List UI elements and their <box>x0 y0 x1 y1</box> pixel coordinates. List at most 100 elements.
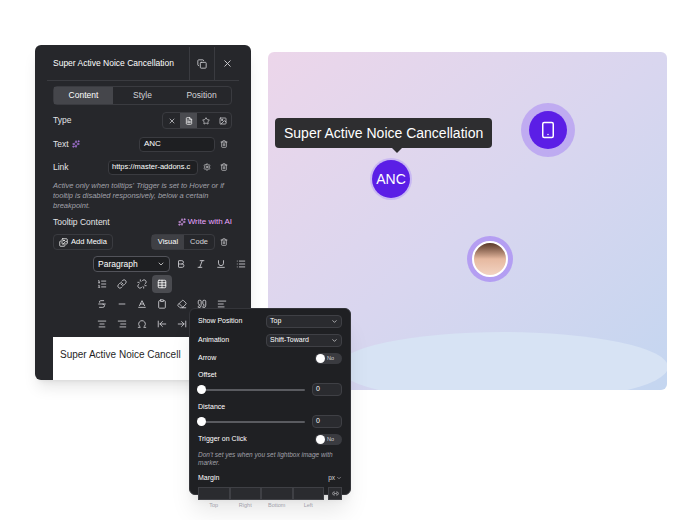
horizontal-line-icon <box>117 299 127 309</box>
slider-value[interactable]: 0 <box>312 383 342 396</box>
bullet-list-icon <box>236 259 246 269</box>
toolbar-button[interactable] <box>92 275 112 293</box>
toolbar-button[interactable] <box>132 275 152 293</box>
select-field[interactable]: Shift-Toward <box>266 334 342 347</box>
toggle-switch[interactable]: No <box>315 434 342 445</box>
text-row: TextANC <box>53 136 232 152</box>
link-row: Linkhttps://master-addons.c <box>53 159 232 175</box>
format-select[interactable]: Paragraph <box>93 256 170 272</box>
type-option[interactable] <box>197 113 214 128</box>
outdent-icon <box>157 319 167 329</box>
pedestal <box>338 332 667 390</box>
slider-value[interactable]: 0 <box>312 415 342 428</box>
link-note: Active only when tolltips' Trigger is se… <box>53 181 232 211</box>
screenshot: ANCSuper Active Noice CancellationSuper … <box>0 0 700 520</box>
text-input[interactable]: ANC <box>139 137 215 152</box>
align-right-icon <box>117 319 127 329</box>
tooltip-settings-popover: Show PositionTop AnimationShift-Toward Arr… <box>189 308 351 495</box>
close-button[interactable] <box>214 47 239 80</box>
eraser-icon <box>177 299 187 309</box>
toggle-switch[interactable]: No <box>315 353 342 364</box>
select-field[interactable]: Top <box>266 315 342 328</box>
bold-icon <box>176 259 186 269</box>
slider-control: Offset0 <box>198 370 342 396</box>
unlink-icon <box>137 279 147 289</box>
strikethrough-icon <box>97 299 107 309</box>
avatar-photo <box>472 241 508 277</box>
hotspot-marker[interactable] <box>521 103 575 157</box>
type-option[interactable] <box>163 113 180 128</box>
tooltip-content-header: Tooltip ContentWrite with AI <box>53 216 232 228</box>
trash-icon <box>220 163 228 171</box>
copy-button[interactable] <box>189 47 214 80</box>
trash-icon <box>220 238 228 246</box>
margin-input[interactable] <box>230 487 262 500</box>
link-icon <box>117 279 127 289</box>
toolbar-button[interactable] <box>92 315 112 333</box>
toolbar-button[interactable] <box>112 275 132 293</box>
margin-control: MarginpxTopRightBottomLeft <box>198 473 342 509</box>
chevron-down-icon <box>157 260 165 268</box>
text-icon <box>185 117 193 125</box>
trash-button[interactable] <box>215 137 232 152</box>
hotspot-marker[interactable] <box>467 236 513 282</box>
select-row: Show PositionTop <box>198 315 342 328</box>
panel-tab[interactable]: Content <box>54 87 113 104</box>
toolbar-button[interactable] <box>152 275 172 293</box>
align-center-icon <box>97 319 107 329</box>
toggle-row: ArrowNo <box>198 353 342 364</box>
ai-sparkle-icon <box>72 140 80 148</box>
toolbar-button[interactable] <box>152 295 172 313</box>
slider-control: Distance0 <box>198 402 342 428</box>
slider-track[interactable] <box>198 389 305 391</box>
trash-button[interactable] <box>215 160 232 175</box>
write-with-ai-button[interactable]: Write with AI <box>178 216 232 228</box>
slider-knob[interactable] <box>197 385 206 394</box>
toolbar-button[interactable] <box>112 295 132 313</box>
gear-icon <box>203 163 211 171</box>
link-input[interactable]: https://master-addons.c <box>108 160 198 175</box>
paste-text-icon <box>157 299 167 309</box>
select-row: AnimationShift-Toward <box>198 334 342 347</box>
text-color-icon <box>137 299 147 309</box>
panel-tab[interactable]: Style <box>113 87 172 104</box>
panel-tab[interactable]: Position <box>172 87 231 104</box>
toolbar-button[interactable] <box>231 255 251 273</box>
type-row: Type <box>53 112 232 129</box>
add-media-button[interactable]: Add Media <box>53 234 113 250</box>
type-option[interactable] <box>180 113 197 128</box>
panel-header: Super Active Noice Cancellation <box>47 47 239 81</box>
toolbar-button[interactable] <box>152 315 172 333</box>
chevron-down-icon <box>336 475 342 481</box>
margin-input[interactable] <box>293 487 325 500</box>
star-icon <box>202 117 210 125</box>
toolbar-button[interactable] <box>132 295 152 313</box>
margin-input[interactable] <box>261 487 293 500</box>
editor-tab[interactable]: Visual <box>152 235 184 249</box>
none-icon <box>168 117 176 125</box>
indent-icon <box>177 319 187 329</box>
toolbar-button[interactable] <box>171 255 191 273</box>
trash-button[interactable] <box>215 234 232 250</box>
toolbar-button[interactable] <box>92 295 112 313</box>
type-option[interactable] <box>214 113 231 128</box>
unit-select[interactable]: px <box>328 473 342 483</box>
panel-title: Super Active Noice Cancellation <box>47 57 189 70</box>
underline-icon <box>216 259 226 269</box>
panel-tabs: ContentStylePosition <box>53 86 232 105</box>
slider-knob[interactable] <box>197 417 206 426</box>
omega-icon <box>137 319 147 329</box>
toolbar-button[interactable] <box>112 315 132 333</box>
toolbar-button[interactable] <box>191 255 211 273</box>
gear-button[interactable] <box>198 160 215 175</box>
toolbar-button[interactable] <box>211 255 231 273</box>
margin-input[interactable] <box>198 487 230 500</box>
trash-icon <box>220 140 228 148</box>
toolbar-button[interactable] <box>132 315 152 333</box>
link-values-button[interactable] <box>328 487 342 500</box>
editor-tab[interactable]: Code <box>184 235 214 249</box>
slider-track[interactable] <box>198 421 305 423</box>
copy-icon <box>197 59 207 69</box>
chevron-down-icon <box>331 337 338 344</box>
hotspot-marker[interactable]: ANC <box>370 158 412 200</box>
